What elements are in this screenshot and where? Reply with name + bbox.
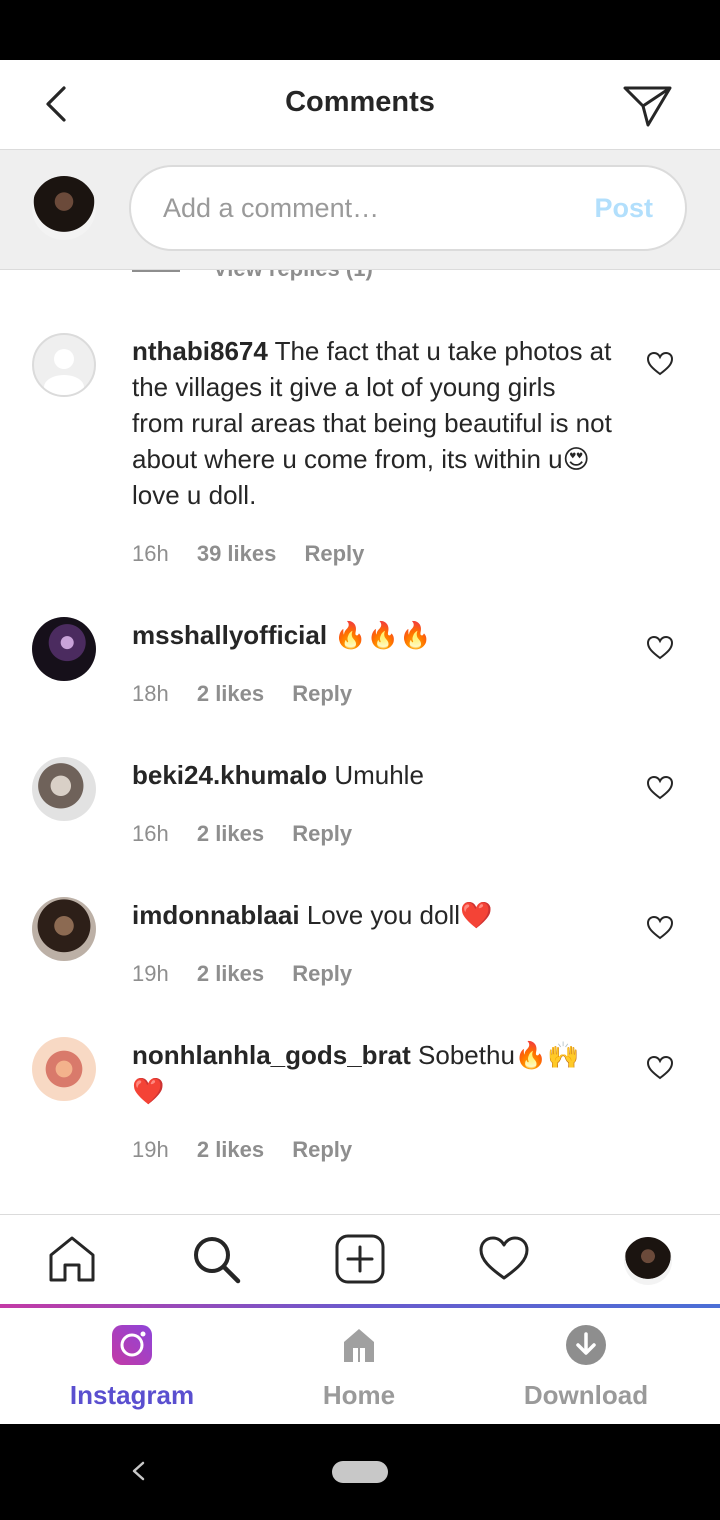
home-building-icon: [344, 1329, 374, 1362]
nav-download[interactable]: Download: [486, 1324, 686, 1411]
comment-likes[interactable]: 2 likes: [197, 1137, 264, 1162]
download-icon: [566, 1325, 606, 1365]
system-navigation-bar: [0, 1424, 720, 1520]
page-title: Comments: [285, 86, 435, 118]
home-gesture-pill[interactable]: [332, 1461, 388, 1483]
nav-download-label: Download: [523, 1380, 649, 1410]
replies-divider: [132, 270, 180, 272]
new-post-icon[interactable]: [334, 1233, 386, 1285]
comments-header: Comments: [0, 60, 720, 150]
comment-username[interactable]: nthabi8674: [132, 336, 268, 366]
search-icon[interactable]: [190, 1233, 242, 1285]
reply-button[interactable]: Reply: [292, 961, 352, 986]
reply-button[interactable]: Reply: [304, 541, 364, 566]
app-bottom-bar: Instagram Home Download: [0, 1304, 720, 1424]
comment-body: nonhlanhla_gods_brat Sobethu🔥🙌❤️: [132, 1037, 612, 1109]
comment-likes[interactable]: 2 likes: [197, 961, 264, 986]
comment-meta: 18h 2 likes Reply: [132, 681, 374, 707]
instagram-tab-bar: [0, 1214, 720, 1306]
nav-home-label: Home: [322, 1380, 396, 1410]
nav-instagram[interactable]: Instagram: [32, 1324, 232, 1411]
status-bar: [0, 0, 720, 60]
like-heart-icon[interactable]: [646, 914, 674, 942]
comment-username[interactable]: nonhlanhla_gods_brat: [132, 1040, 411, 1070]
nav-home[interactable]: Home: [259, 1324, 459, 1411]
home-icon[interactable]: [46, 1233, 98, 1285]
reply-button[interactable]: Reply: [292, 821, 352, 846]
comment-meta: 19h 2 likes Reply: [132, 961, 374, 987]
current-user-avatar: [32, 176, 96, 240]
system-back-icon[interactable]: [128, 1454, 148, 1488]
view-replies-link[interactable]: View replies (1): [213, 270, 373, 282]
gradient-divider: [0, 1304, 720, 1308]
comment-likes[interactable]: 2 likes: [197, 681, 264, 706]
view-replies-row[interactable]: View replies (1): [0, 270, 720, 284]
comment-meta: 19h 2 likes Reply: [132, 1137, 374, 1163]
like-heart-icon[interactable]: [646, 350, 674, 378]
comment-username[interactable]: msshallyofficial: [132, 620, 327, 650]
direct-send-icon[interactable]: [620, 80, 676, 130]
comment-username[interactable]: beki24.khumalo: [132, 760, 327, 790]
reply-button[interactable]: Reply: [292, 681, 352, 706]
default-avatar-icon: [44, 349, 84, 395]
activity-heart-icon[interactable]: [478, 1233, 530, 1285]
nav-instagram-label: Instagram: [69, 1380, 195, 1410]
comment-time: 19h: [132, 961, 169, 986]
comment-time: 16h: [132, 821, 169, 846]
comment-time: 16h: [132, 541, 169, 566]
avatar[interactable]: [32, 333, 96, 397]
reply-button[interactable]: Reply: [292, 1137, 352, 1162]
comment-meta: 16h 39 likes Reply: [132, 541, 386, 567]
instagram-icon: [112, 1325, 152, 1365]
comment-time: 19h: [132, 1137, 169, 1162]
comment-body: nthabi8674 The fact that u take photos a…: [132, 333, 612, 513]
profile-avatar-tab[interactable]: [624, 1237, 672, 1285]
comment-input[interactable]: Add a comment… Post: [129, 165, 687, 251]
comment-likes[interactable]: 39 likes: [197, 541, 277, 566]
comment-body: beki24.khumalo Umuhle: [132, 757, 612, 793]
like-heart-icon[interactable]: [646, 1054, 674, 1082]
avatar[interactable]: [32, 1037, 96, 1101]
comment-meta: 16h 2 likes Reply: [132, 821, 374, 847]
avatar[interactable]: [32, 617, 96, 681]
avatar[interactable]: [32, 757, 96, 821]
avatar[interactable]: [32, 897, 96, 961]
like-heart-icon[interactable]: [646, 634, 674, 662]
comment-input-placeholder: Add a comment…: [163, 193, 380, 223]
comment-body: msshallyofficial 🔥🔥🔥: [132, 617, 612, 653]
post-button[interactable]: Post: [594, 193, 653, 224]
comment-text: 🔥🔥🔥: [334, 620, 432, 650]
comment-username[interactable]: imdonnablaai: [132, 900, 300, 930]
comment-composer: Add a comment… Post: [0, 150, 720, 270]
comment-text: Umuhle: [334, 760, 424, 790]
comment-likes[interactable]: 2 likes: [197, 821, 264, 846]
comment-text: Love you doll❤️: [306, 900, 493, 930]
like-heart-icon[interactable]: [646, 774, 674, 802]
comment-body: imdonnablaai Love you doll❤️: [132, 897, 612, 933]
comment-time: 18h: [132, 681, 169, 706]
